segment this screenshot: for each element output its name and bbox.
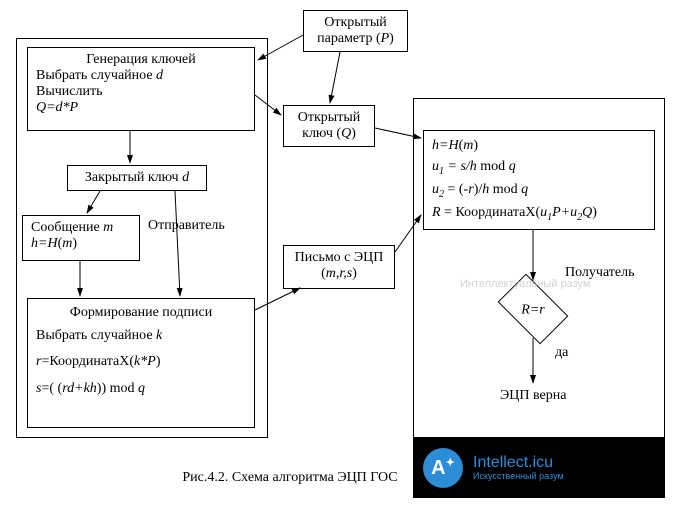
v-u1e: q: [509, 159, 516, 174]
v-u2e: )/: [474, 182, 483, 197]
v-u1a: u: [432, 159, 439, 174]
v-close: ): [592, 205, 597, 220]
pub-l2a: ключ (: [302, 126, 341, 141]
v-l1d: ): [473, 138, 478, 153]
msg-l1: Сообщение: [31, 220, 103, 235]
keygen-l2: Вычислить: [36, 84, 102, 99]
logo-icon: A✦: [423, 448, 463, 488]
open-param-line1: Открытый: [324, 15, 386, 30]
msg-h: h=H: [31, 236, 58, 251]
sign-l3b: =( (: [41, 381, 62, 396]
keygen-l1b: d: [156, 68, 163, 83]
v-m: m: [463, 138, 473, 153]
sign-l1a: Выбрать случайное: [36, 328, 156, 343]
pub-q: Q: [341, 126, 351, 141]
letter-mrs: m,r,s: [326, 266, 352, 281]
v-u2a: u: [432, 182, 439, 197]
msg-sym: m: [103, 220, 113, 235]
figure-caption: Рис.4.2. Схема алгоритма ЭЦП ГОС: [160, 470, 420, 486]
open-param-sym: P: [381, 31, 390, 46]
public-key-box: Открытый ключ (Q): [283, 105, 375, 147]
sign-title: Формирование подписи: [36, 303, 246, 323]
v-u2h: q: [521, 182, 528, 197]
watermark-text: Интеллектуальный разум: [460, 278, 591, 290]
v-Pu: P+u: [552, 205, 577, 220]
private-key-box: Закрытый ключ d: [67, 165, 207, 191]
v-R: R: [432, 205, 441, 220]
v-u2c: = (-: [444, 182, 468, 197]
msg-close: ): [72, 236, 77, 251]
logo-main: Intellect.icu: [473, 454, 564, 472]
v-u1d: mod: [477, 159, 509, 174]
sign-l2b: =КоординатаX(: [41, 354, 134, 369]
v-l4b: = КоординатаX(: [441, 205, 541, 220]
sign-l1b: k: [156, 328, 162, 343]
sign-l3d: )) mod: [97, 381, 138, 396]
sign-kp: k*P: [134, 354, 156, 369]
keygen-box: Генерация ключей Выбрать случайное d Выч…: [27, 47, 255, 131]
logo-icon-text: A: [431, 457, 445, 480]
keygen-l1a: Выбрать случайное: [36, 68, 156, 83]
open-param-line2: параметр (: [317, 31, 380, 46]
open-param-close: ): [389, 31, 394, 46]
v-u2g: mod: [489, 182, 521, 197]
letter-box: Письмо с ЭЦП (m,r,s): [283, 245, 395, 289]
priv-key-txt: Закрытый ключ: [85, 170, 182, 185]
sign-rdkh: rd+kh: [62, 381, 97, 396]
logo-block: A✦ Intellect.icu Искусственный разум: [413, 438, 665, 498]
v-Q: Q: [582, 205, 592, 220]
keygen-title: Генерация ключей: [36, 52, 246, 68]
yes-label: да: [555, 345, 568, 361]
sign-l2d: ): [156, 354, 161, 369]
decision-text: R=r: [503, 302, 563, 318]
sender-label: Отправитель: [148, 218, 225, 234]
message-box: Сообщение m h=H(m): [22, 215, 140, 261]
letter-l1: Письмо с ЭЦП: [295, 250, 384, 265]
msg-m: m: [62, 236, 72, 251]
logo-sub: Искусственный разум: [473, 472, 564, 482]
v-h: h=H: [432, 138, 459, 153]
open-parameter-box: Открытый параметр (P): [303, 10, 408, 52]
signature-box: Формирование подписи Выбрать случайное k…: [27, 298, 255, 428]
priv-key-sym: d: [182, 170, 189, 185]
v-u1c: = s/h: [444, 159, 477, 174]
pub-l1: Открытый: [298, 110, 360, 125]
verify-box: h=H(m) u1 = s/h mod q u2 = (-r)/h mod q …: [423, 130, 655, 230]
keygen-l3: Q=d*P: [36, 100, 78, 115]
logo-text: Intellect.icu Искусственный разум: [473, 454, 564, 481]
letter-close: ): [352, 266, 357, 281]
sign-q: q: [138, 381, 145, 396]
pub-l2c: ): [351, 126, 356, 141]
valid-label: ЭЦП верна: [500, 388, 566, 404]
